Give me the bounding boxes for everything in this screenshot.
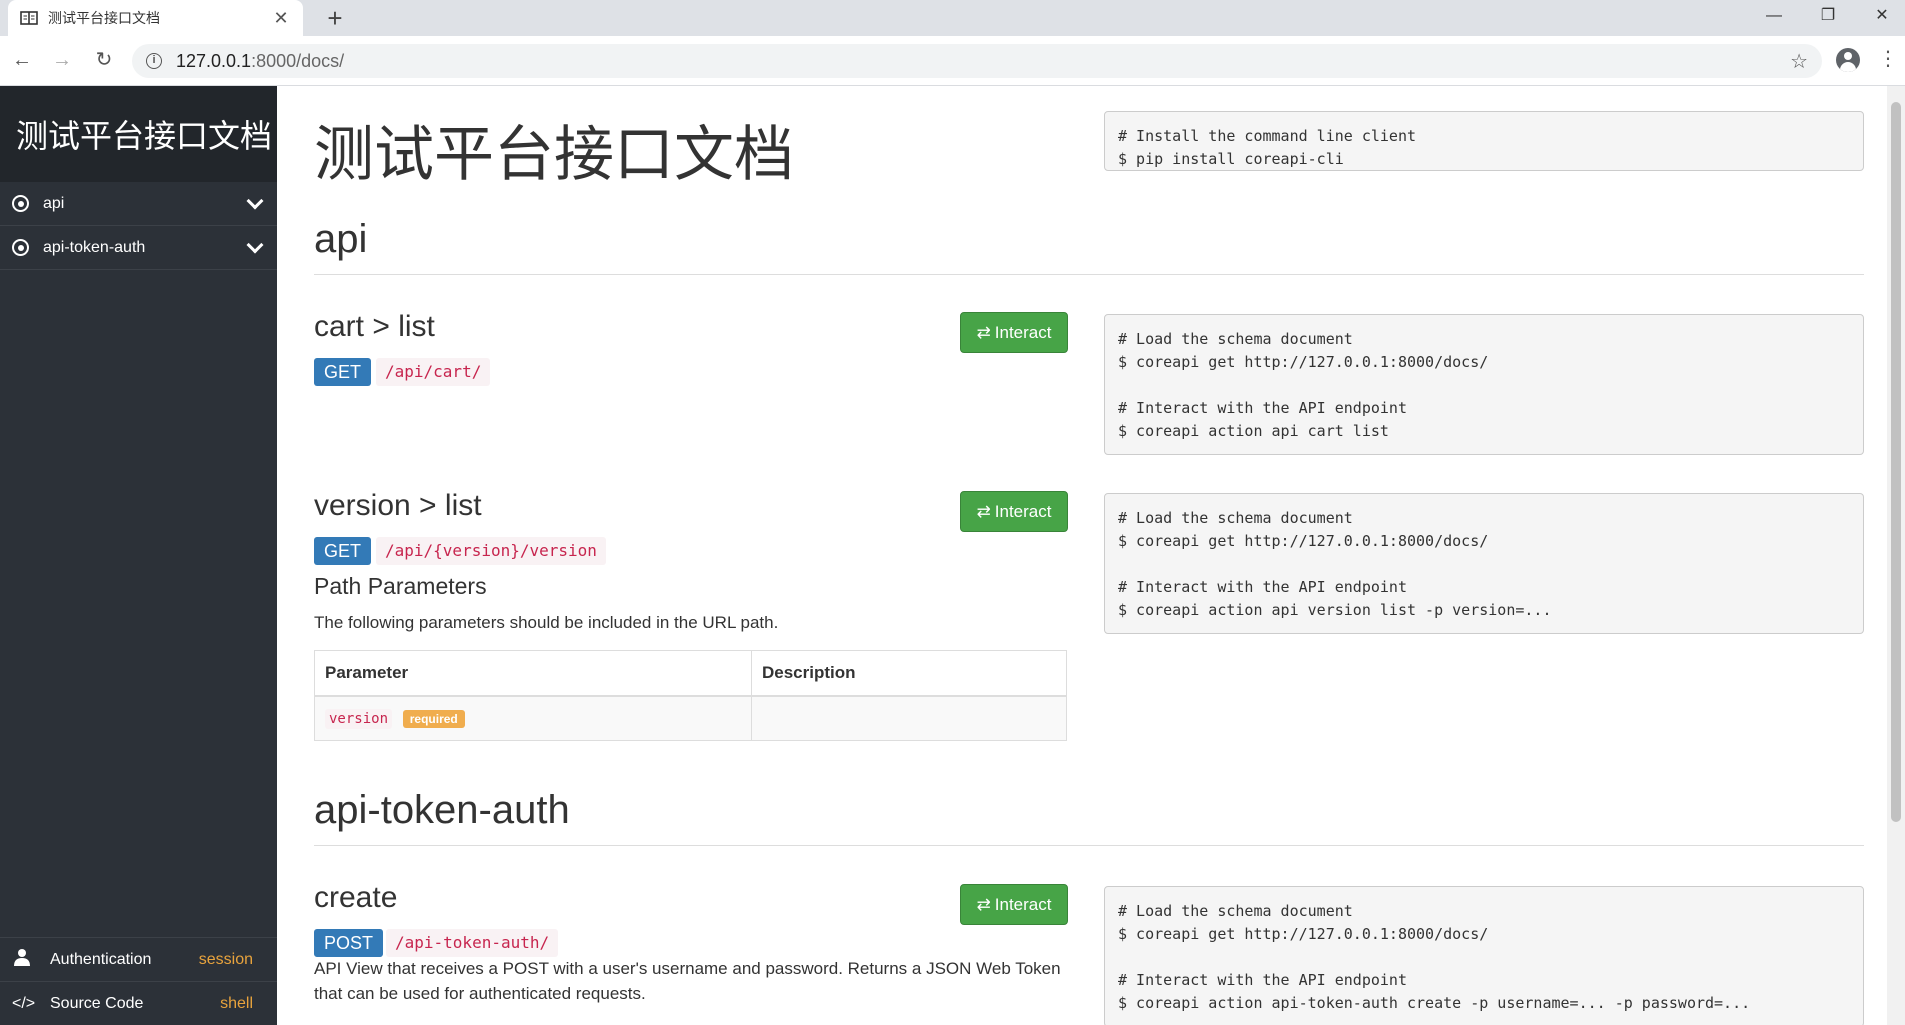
table-row: version required [314, 695, 1067, 741]
authentication-label: Authentication [50, 950, 152, 968]
profile-avatar-icon[interactable] [1836, 48, 1860, 72]
method-badge: GET [314, 358, 372, 386]
sidebar-brand[interactable]: 测试平台接口文档 [0, 86, 277, 182]
endpoint-title: cart > list [314, 310, 435, 343]
chevron-down-icon [246, 236, 264, 253]
section-divider [314, 274, 1864, 275]
document-icon [20, 11, 38, 25]
section-heading-api-token-auth: api-token-auth [314, 788, 570, 832]
restore-button[interactable]: ❐ [1805, 0, 1851, 32]
column-header: Parameter [314, 650, 752, 697]
address-bar[interactable]: i 127.0.0.1:8000/docs/ ☆ [132, 44, 1822, 78]
endpoint-code-block: # Load the schema document $ coreapi get… [1104, 493, 1864, 634]
source-code-label: Source Code [50, 994, 144, 1012]
sidebar-item-label: api [43, 194, 65, 212]
swap-icon: ⇄ [976, 894, 991, 914]
source-code-row[interactable]: </> Source Code shell [0, 981, 277, 1025]
interact-button[interactable]: ⇄ Interact [960, 884, 1068, 925]
tab-title: 测试平台接口文档 [48, 10, 160, 26]
path-parameters-description: The following parameters should be inclu… [314, 613, 779, 632]
user-icon [12, 948, 32, 971]
method-badge: GET [314, 537, 372, 565]
authentication-value[interactable]: session [199, 951, 253, 969]
reload-button[interactable]: ↻ [90, 46, 118, 74]
new-tab-button[interactable]: + [320, 3, 350, 33]
interact-label: Interact [994, 894, 1052, 914]
browser-menu-icon[interactable]: ⋮ [1878, 46, 1898, 71]
required-badge: required [402, 710, 465, 729]
url-text: 127.0.0.1:8000/docs/ [176, 51, 344, 72]
interact-label: Interact [994, 501, 1052, 521]
code-icon: </> [12, 994, 36, 1012]
endpoint-path: /api/cart/ [376, 358, 491, 386]
sidebar-item-api-token-auth[interactable]: api-token-auth [0, 226, 277, 270]
description-cell [751, 695, 1067, 741]
section-heading-api: api [314, 217, 368, 261]
vertical-scrollbar[interactable] [1887, 86, 1905, 1025]
source-code-value[interactable]: shell [220, 995, 253, 1013]
target-icon [12, 195, 29, 212]
path-parameters-heading: Path Parameters [314, 573, 487, 599]
url-host: 127.0.0.1 [176, 50, 252, 71]
window-close-button[interactable]: ✕ [1859, 0, 1905, 32]
browser-tab-strip: 测试平台接口文档 ✕ + — ❐ ✕ [0, 0, 1905, 36]
url-path: :8000/docs/ [251, 50, 345, 71]
intro-code-block: # Install the command line client $ pip … [1104, 111, 1864, 171]
chevron-down-icon [246, 192, 264, 209]
tab-close-icon[interactable]: ✕ [271, 8, 291, 29]
endpoint-title: create [314, 881, 398, 914]
target-icon [12, 239, 29, 256]
page-title: 测试平台接口文档 [314, 121, 794, 188]
site-info-icon[interactable]: i [146, 53, 162, 69]
back-button[interactable]: ← [8, 46, 36, 74]
browser-tab[interactable]: 测试平台接口文档 ✕ [8, 0, 303, 36]
forward-button[interactable]: → [48, 46, 76, 74]
column-header: Description [751, 650, 1067, 697]
bookmark-star-icon[interactable]: ☆ [1790, 49, 1808, 74]
parameter-name: version [325, 709, 393, 730]
parameters-table: Parameter Description version required [314, 650, 1067, 741]
endpoint-title: version > list [314, 489, 482, 522]
interact-label: Interact [994, 322, 1052, 342]
swap-icon: ⇄ [976, 322, 991, 342]
sidebar: 测试平台接口文档 api api-token-auth Authenticati… [0, 86, 277, 1025]
scrollbar-thumb[interactable] [1891, 102, 1901, 822]
table-header-row: Parameter Description [314, 650, 1067, 697]
swap-icon: ⇄ [976, 501, 991, 521]
section-divider [314, 845, 1864, 846]
authentication-row[interactable]: Authentication session [0, 937, 277, 981]
endpoint-description: API View that receives a POST with a use… [314, 959, 1061, 1003]
parameter-cell: version required [314, 695, 752, 741]
interact-button[interactable]: ⇄ Interact [960, 491, 1068, 532]
endpoint-path: /api/{version}/version [376, 537, 606, 565]
endpoint-code-block: # Load the schema document $ coreapi get… [1104, 314, 1864, 455]
endpoint-code-block: # Load the schema document $ coreapi get… [1104, 886, 1864, 1025]
minimize-button[interactable]: — [1751, 0, 1797, 32]
sidebar-item-api[interactable]: api [0, 182, 277, 226]
browser-toolbar: ← → ↻ i 127.0.0.1:8000/docs/ ☆ ⋮ [0, 36, 1905, 86]
interact-button[interactable]: ⇄ Interact [960, 312, 1068, 353]
method-badge: POST [314, 929, 384, 957]
sidebar-item-label: api-token-auth [43, 238, 146, 256]
main-content: 测试平台接口文档 # Install the command line clie… [277, 86, 1887, 1025]
endpoint-path: /api-token-auth/ [386, 929, 559, 957]
